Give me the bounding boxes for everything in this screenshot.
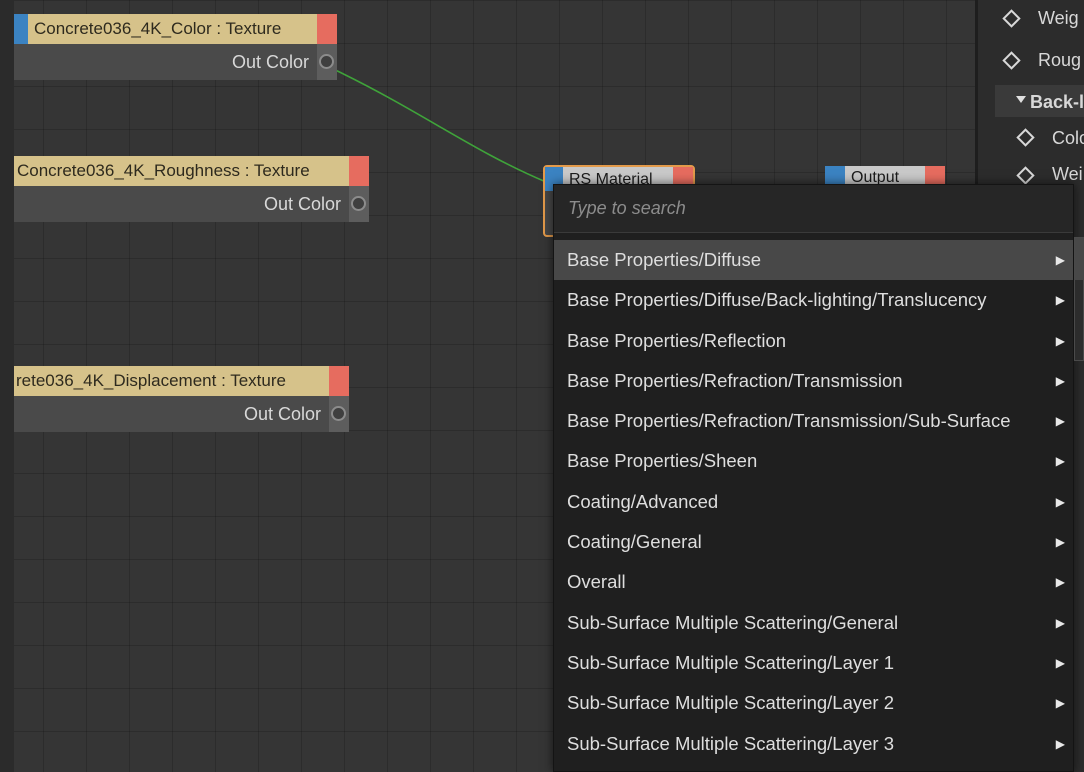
port-label: Out Color xyxy=(231,52,309,72)
expand-triangle-icon[interactable] xyxy=(1016,96,1026,103)
output-pin[interactable] xyxy=(349,156,369,186)
submenu-arrow-icon: ▶ xyxy=(1055,736,1065,751)
submenu-arrow-icon: ▶ xyxy=(1055,535,1065,550)
node-header[interactable]: Concrete036_4K_Roughness : Texture xyxy=(14,156,369,186)
menu-item-label: Sub-Surface Multiple Scattering/General xyxy=(567,611,899,633)
menu-item-label: Coating/Advanced xyxy=(567,490,719,512)
submenu-arrow-icon: ▶ xyxy=(1055,333,1065,348)
menu-item-label: Sub-Surface Multiple Scattering/Layer 3 xyxy=(567,732,895,754)
texture-node-displacement[interactable]: rete036_4K_Displacement : Texture Out Co… xyxy=(14,366,349,432)
out-color-port[interactable] xyxy=(319,54,334,69)
menu-item-label: Sub-Surface Multiple Scattering/Layer 1 xyxy=(567,651,895,673)
port-label: Out Color xyxy=(263,194,341,214)
menu-item-label: Base Properties/Sheen xyxy=(567,450,758,472)
submenu-arrow-icon: ▶ xyxy=(1055,414,1065,429)
menu-item-label: Coating/General xyxy=(567,531,702,553)
group-label: Back-l xyxy=(1030,92,1084,112)
menu-item[interactable]: Sub-Surface Multiple Scattering/Layer 3 ▶ xyxy=(554,724,1073,764)
node-port-row: Out Color xyxy=(14,186,369,222)
menu-item-label: Base Properties/Refraction/Transmission/… xyxy=(567,410,1011,432)
submenu-arrow-icon: ▶ xyxy=(1055,494,1065,509)
submenu-arrow-icon: ▶ xyxy=(1055,696,1065,711)
submenu-arrow-icon: ▶ xyxy=(1055,655,1065,670)
submenu-arrow-icon: ▶ xyxy=(1055,253,1065,267)
menu-item[interactable]: Coating/Advanced ▶ xyxy=(554,482,1073,522)
submenu-arrow-icon: ▶ xyxy=(1055,454,1065,469)
texture-node-roughness[interactable]: Concrete036_4K_Roughness : Texture Out C… xyxy=(14,156,369,222)
node-header[interactable]: Concrete036_4K_Color : Texture xyxy=(14,14,337,44)
menu-item-label: Base Properties/Reflection xyxy=(567,329,787,351)
menu-item-label: Sub-Surface Multiple Scattering/Layer 2 xyxy=(567,692,895,714)
menu-item[interactable]: Sub-Surface Multiple Scattering/General ▶ xyxy=(554,603,1073,643)
node-title: Concrete036_4K_Roughness : Texture xyxy=(17,161,310,180)
menu-item-label: Base Properties/Diffuse/Back-lighting/Tr… xyxy=(567,289,987,311)
submenu-arrow-icon: ▶ xyxy=(1055,575,1065,590)
submenu-arrow-icon: ▶ xyxy=(1055,293,1065,308)
menu-item[interactable]: Sub-Surface Multiple Scattering/Layer 1 ▶ xyxy=(554,643,1073,683)
node-port-row: Out Color xyxy=(14,44,337,80)
menu-item-label: Base Properties/Diffuse xyxy=(567,249,762,270)
output-pin[interactable] xyxy=(317,14,337,44)
node-port-row: Out Color xyxy=(14,396,349,432)
menu-item[interactable]: Coating/General ▶ xyxy=(554,522,1073,562)
port-label: Out Color xyxy=(243,404,321,424)
menu-item-label: Base Properties/Refraction/Transmission xyxy=(567,369,903,391)
submenu-edge[interactable] xyxy=(1074,237,1084,361)
menu-item[interactable]: Base Properties/Diffuse/Back-lighting/Tr… xyxy=(554,280,1073,320)
node-title: Concrete036_4K_Color : Texture xyxy=(34,19,282,38)
submenu-arrow-icon: ▶ xyxy=(1055,373,1065,388)
texture-node-color[interactable]: Concrete036_4K_Color : Texture Out Color xyxy=(14,14,337,80)
out-color-port[interactable] xyxy=(331,406,346,421)
node-title: rete036_4K_Displacement : Texture xyxy=(16,371,286,390)
menu-item[interactable]: Base Properties/Sheen ▶ xyxy=(554,441,1073,481)
node-search-popup: Base Properties/Diffuse▶Base Properties/… xyxy=(553,184,1074,772)
input-pin[interactable] xyxy=(14,14,28,44)
menu-item-label: Overall xyxy=(567,571,626,593)
prop-label-weight: Wei xyxy=(1052,164,1083,184)
prop-label-color: Colo xyxy=(1052,128,1084,148)
prop-label-weight: Weig xyxy=(1038,8,1079,28)
search-input[interactable] xyxy=(554,185,1073,233)
submenu-arrow-icon: ▶ xyxy=(1055,615,1065,630)
menu-item[interactable]: Base Properties/Reflection ▶ xyxy=(554,321,1073,361)
menu-item[interactable]: Overall ▶ xyxy=(554,562,1073,602)
menu-item[interactable]: Base Properties/Refraction/Transmission ▶ xyxy=(554,361,1073,401)
category-menu: Base Properties/Diffuse ▶ Base Properties/… xyxy=(554,240,1073,764)
menu-item[interactable]: Base Properties/Refraction/Transmission/… xyxy=(554,401,1073,441)
node-header[interactable]: rete036_4K_Displacement : Texture xyxy=(14,366,349,396)
output-pin[interactable] xyxy=(329,366,349,396)
menu-item[interactable]: Sub-Surface Multiple Scattering/Layer 2 ▶ xyxy=(554,683,1073,723)
prop-label-roughness: Roug xyxy=(1038,50,1082,70)
out-color-port[interactable] xyxy=(351,196,366,211)
menu-item[interactable]: Base Properties/Diffuse ▶ xyxy=(554,240,1073,281)
